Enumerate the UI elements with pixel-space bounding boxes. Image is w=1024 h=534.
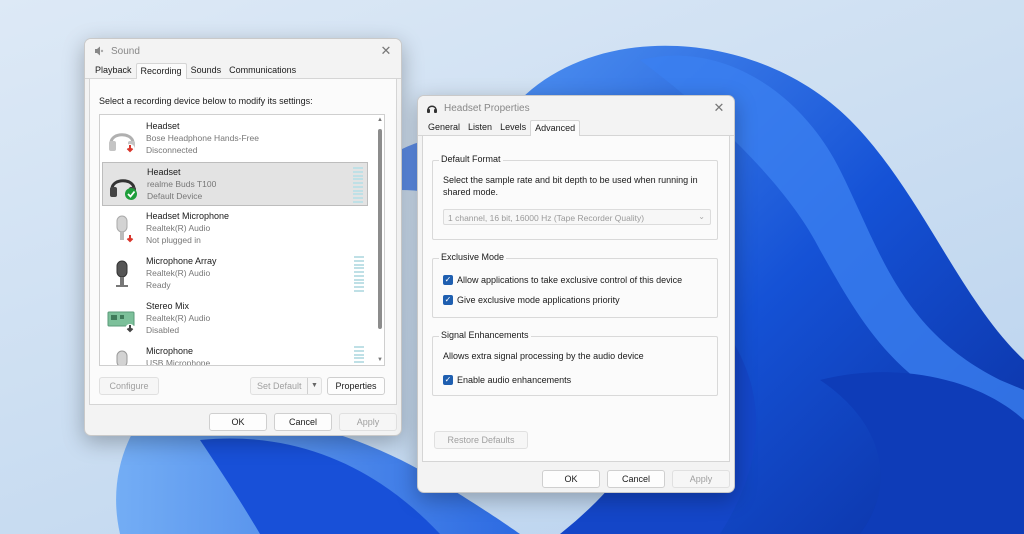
signal-enhancements-label: Signal Enhancements — [439, 330, 531, 340]
restore-defaults-button[interactable]: Restore Defaults — [434, 431, 528, 449]
device-driver: Realtek(R) Audio — [146, 268, 211, 278]
level-meter — [353, 167, 363, 203]
list-item-microphone-array[interactable]: Microphone Array Realtek(R) Audio Ready — [102, 252, 368, 296]
list-item-stereo-mix[interactable]: Stereo Mix Realtek(R) Audio Disabled — [102, 297, 368, 341]
device-driver: Realtek(R) Audio — [146, 313, 211, 323]
exclusive-priority-checkbox[interactable]: ✓ Give exclusive mode applications prior… — [443, 295, 620, 305]
list-item-microphone-usb[interactable]: Microphone USB Microphone — [102, 342, 368, 366]
tab-levels[interactable]: Levels — [496, 120, 530, 136]
device-name: Headset — [147, 167, 181, 177]
ok-button[interactable]: OK — [542, 470, 600, 488]
tab-sounds[interactable]: Sounds — [187, 63, 226, 79]
audio-enhancements-checkbox[interactable]: ✓ Enable audio enhancements — [443, 375, 571, 385]
cancel-button[interactable]: Cancel — [274, 413, 332, 431]
device-name: Headset — [146, 121, 180, 131]
set-default-dropdown-icon[interactable]: ▼ — [307, 378, 321, 394]
tab-listen[interactable]: Listen — [464, 120, 496, 136]
headset-properties-window: Headset Properties ✕ General Listen Leve… — [417, 95, 735, 493]
properties-title: Headset Properties — [444, 102, 530, 114]
microphone-icon — [106, 258, 138, 290]
device-name: Headset Microphone — [146, 211, 230, 221]
sound-titlebar[interactable]: Sound ✕ — [85, 39, 401, 63]
chevron-down-icon: ⌄ — [698, 212, 705, 221]
sound-close-icon[interactable]: ✕ — [379, 44, 393, 58]
checkbox-checked-icon: ✓ — [443, 375, 453, 385]
exclusive-control-checkbox[interactable]: ✓ Allow applications to take exclusive c… — [443, 275, 682, 285]
device-driver: Bose Headphone Hands-Free — [146, 133, 259, 143]
device-driver: Realtek(R) Audio — [146, 223, 211, 233]
device-name: Stereo Mix — [146, 301, 190, 311]
speaker-icon — [93, 45, 105, 57]
headset-icon — [426, 102, 438, 114]
default-format-value: 1 channel, 16 bit, 16000 Hz (Tape Record… — [448, 213, 645, 223]
microphone-icon — [106, 348, 138, 365]
properties-button[interactable]: Properties — [327, 377, 385, 395]
configure-button[interactable]: Configure — [99, 377, 159, 395]
device-name: Microphone — [146, 346, 194, 356]
exclusive-priority-label: Give exclusive mode applications priorit… — [457, 295, 620, 305]
device-name: Microphone Array — [146, 256, 217, 266]
list-item-headset-microphone[interactable]: Headset Microphone Realtek(R) Audio Not … — [102, 207, 368, 251]
default-format-group: Default Format Select the sample rate an… — [432, 154, 718, 240]
tab-general[interactable]: General — [424, 120, 464, 136]
sound-tabs: Playback Recording Sounds Communications — [85, 63, 401, 79]
microphone-icon — [106, 213, 138, 245]
device-status: Ready — [146, 280, 171, 290]
device-driver: USB Microphone — [146, 358, 211, 366]
set-default-button[interactable]: Set Default ▼ — [250, 377, 322, 395]
level-meter — [354, 256, 364, 292]
device-list-scrollbar[interactable] — [378, 129, 382, 329]
device-status: Disabled — [146, 325, 180, 335]
default-format-desc-line1: Select the sample rate and bit depth to … — [443, 175, 698, 185]
exclusive-mode-group: Exclusive Mode ✓ Allow applications to t… — [432, 252, 718, 318]
headset-icon — [107, 169, 139, 201]
list-item-headset-bose[interactable]: Headset Bose Headphone Hands-Free Discon… — [102, 117, 368, 161]
recording-device-list[interactable]: Headset Bose Headphone Hands-Free Discon… — [99, 114, 385, 366]
properties-titlebar[interactable]: Headset Properties ✕ — [418, 96, 734, 120]
checkbox-checked-icon: ✓ — [443, 295, 453, 305]
recording-instruction: Select a recording device below to modif… — [99, 96, 313, 106]
set-default-label: Set Default — [257, 381, 302, 391]
apply-button[interactable]: Apply — [672, 470, 730, 488]
ok-button[interactable]: OK — [209, 413, 267, 431]
device-status: Not plugged in — [146, 235, 201, 245]
signal-enhancements-desc: Allows extra signal processing by the au… — [443, 351, 644, 361]
apply-button[interactable]: Apply — [339, 413, 397, 431]
headset-icon — [106, 123, 138, 155]
checkbox-checked-icon: ✓ — [443, 275, 453, 285]
sound-title: Sound — [111, 45, 140, 57]
list-item-headset-realme[interactable]: Headset realme Buds T100 Default Device — [102, 162, 368, 206]
audio-enhancements-label: Enable audio enhancements — [457, 375, 572, 385]
properties-tabs: General Listen Levels Advanced — [418, 120, 734, 136]
sound-card-icon — [106, 303, 138, 335]
level-meter — [354, 346, 364, 365]
default-format-label: Default Format — [439, 154, 503, 164]
properties-close-icon[interactable]: ✕ — [712, 101, 726, 115]
tab-playback[interactable]: Playback — [91, 63, 136, 79]
exclusive-mode-label: Exclusive Mode — [439, 252, 507, 262]
device-driver: realme Buds T100 — [147, 179, 217, 189]
scroll-up-arrow-icon[interactable]: ▲ — [377, 117, 383, 123]
device-status: Default Device — [147, 191, 203, 201]
tab-recording[interactable]: Recording — [135, 63, 187, 79]
exclusive-control-label: Allow applications to take exclusive con… — [457, 275, 683, 285]
cancel-button[interactable]: Cancel — [607, 470, 665, 488]
default-format-select[interactable]: 1 channel, 16 bit, 16000 Hz (Tape Record… — [443, 209, 711, 225]
tab-advanced[interactable]: Advanced — [530, 120, 581, 136]
tab-communications[interactable]: Communications — [225, 63, 300, 79]
device-status: Disconnected — [146, 145, 198, 155]
default-format-desc-line2: shared mode. — [443, 187, 499, 197]
sound-window: Sound ✕ Playback Recording Sounds Commun… — [84, 38, 402, 436]
signal-enhancements-group: Signal Enhancements Allows extra signal … — [432, 330, 718, 396]
scroll-down-arrow-icon[interactable]: ▼ — [377, 357, 383, 363]
